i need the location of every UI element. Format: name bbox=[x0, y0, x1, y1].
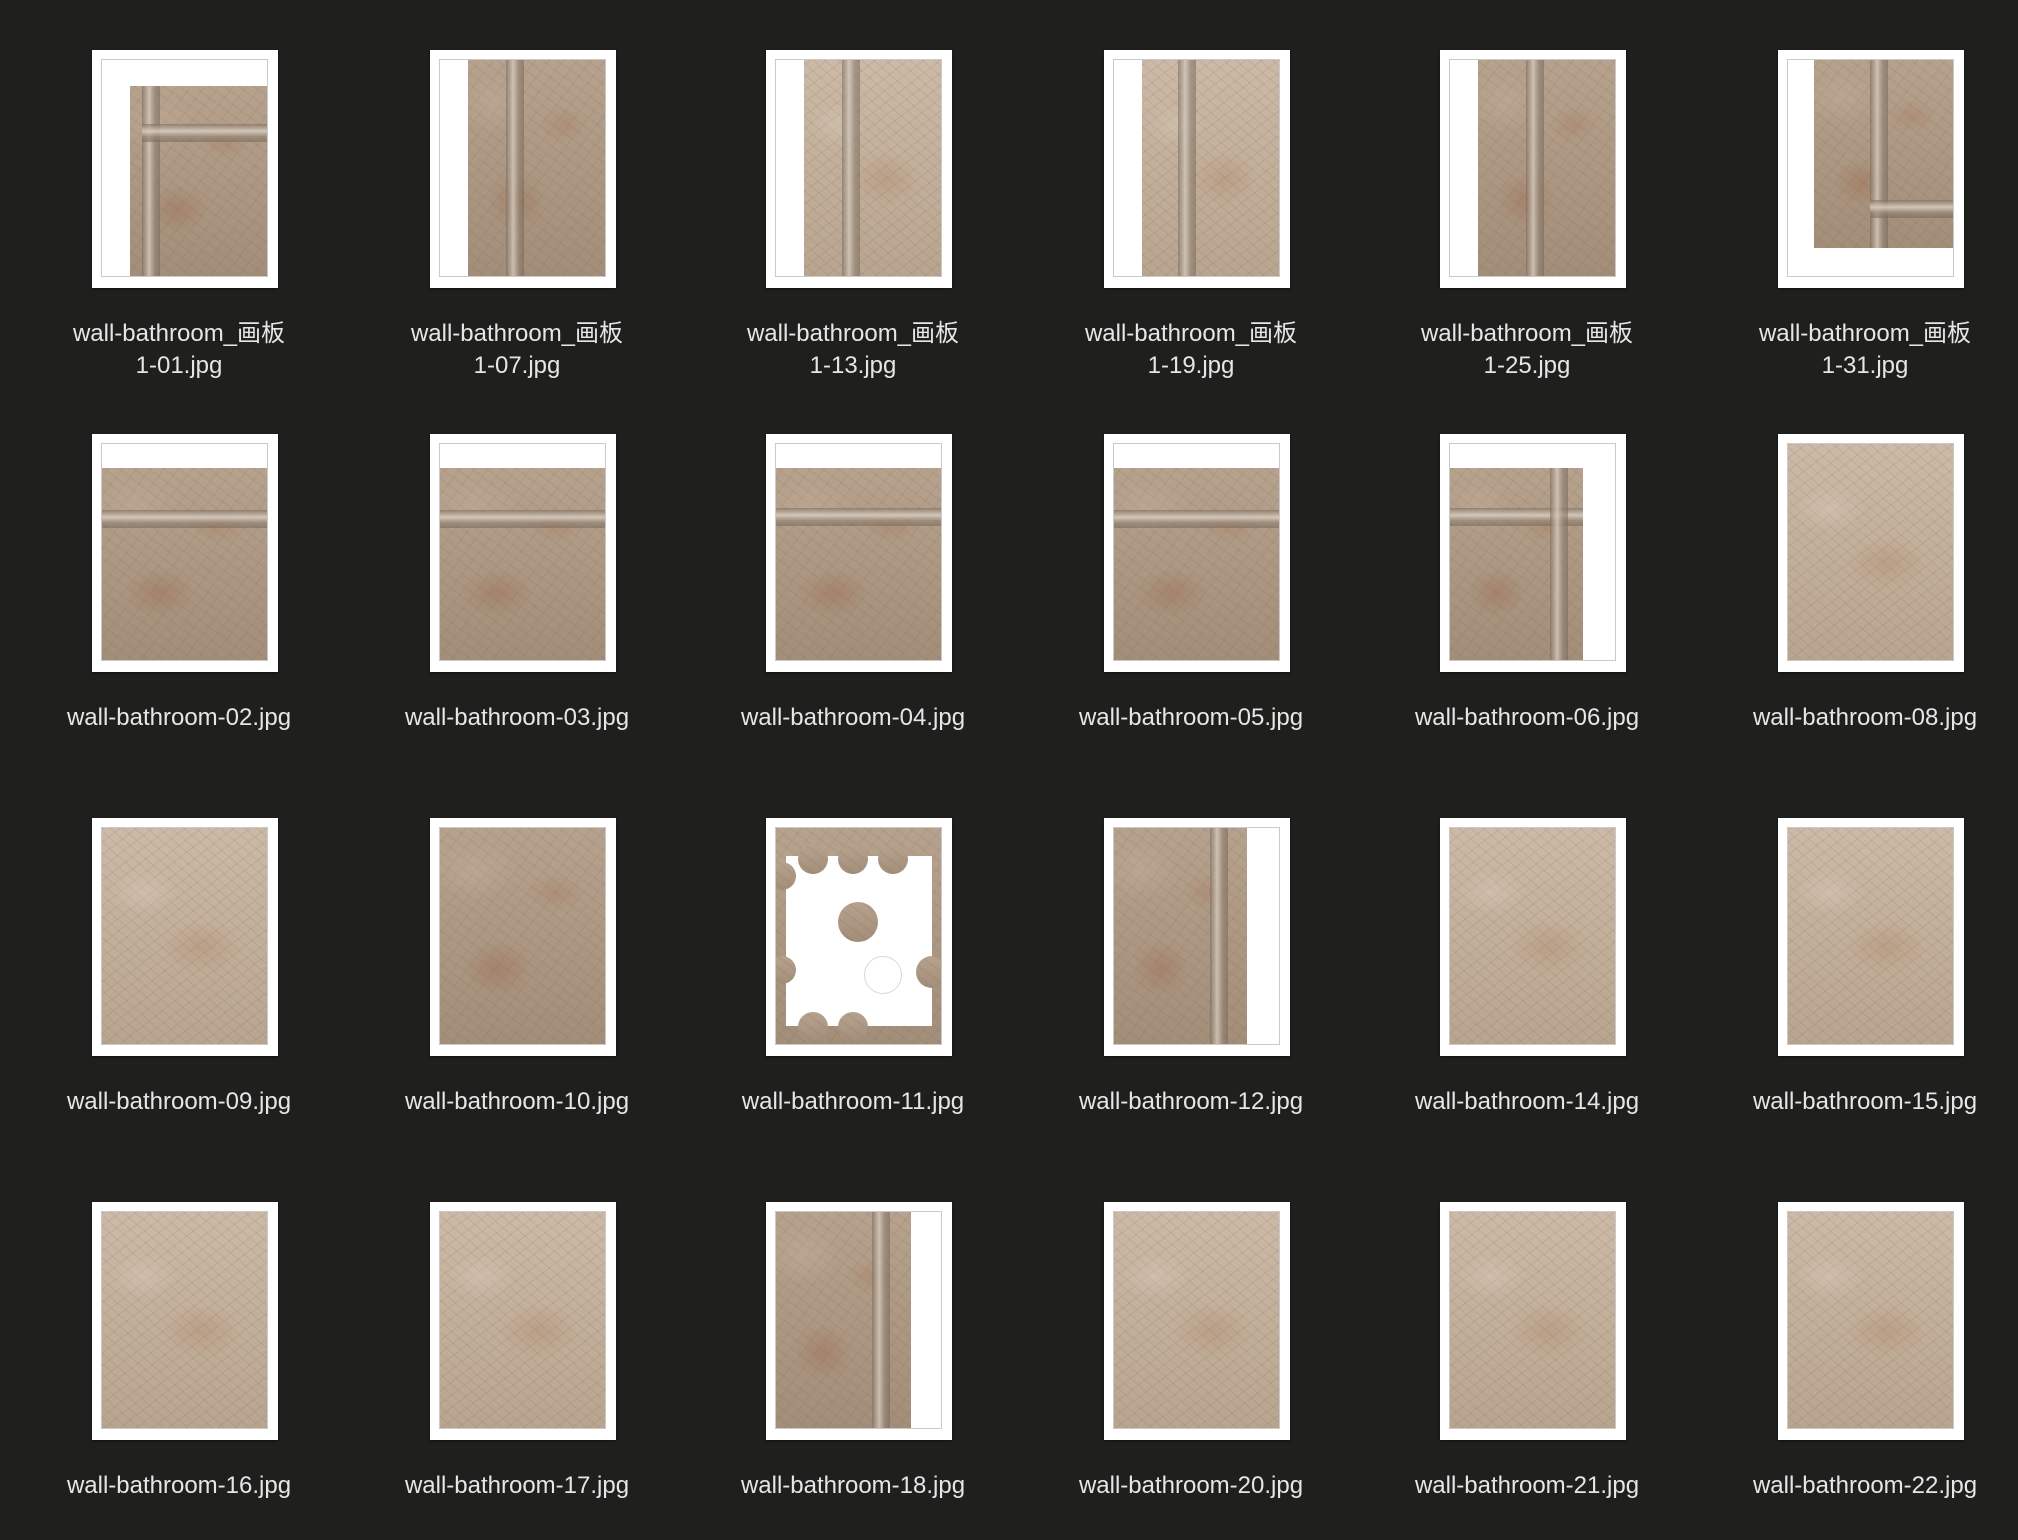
file-item[interactable]: wall-bathroom-15.jpg bbox=[1696, 768, 2018, 1152]
file-thumbnail[interactable] bbox=[1104, 50, 1290, 288]
file-name[interactable]: wall-bathroom-17.jpg bbox=[348, 1470, 686, 1502]
file-thumbnail[interactable] bbox=[1440, 50, 1626, 288]
file-item[interactable]: wall-bathroom-05.jpg bbox=[1022, 384, 1360, 768]
file-name[interactable]: wall-bathroom_画板 1-31.jpg bbox=[1696, 318, 2018, 382]
file-name[interactable]: wall-bathroom-22.jpg bbox=[1696, 1470, 2018, 1502]
file-thumbnail[interactable] bbox=[1104, 1202, 1290, 1440]
file-thumbnail[interactable] bbox=[92, 1202, 278, 1440]
file-name[interactable]: wall-bathroom-06.jpg bbox=[1358, 702, 1696, 734]
file-name[interactable]: wall-bathroom-11.jpg bbox=[684, 1086, 1022, 1118]
file-item[interactable]: wall-bathroom-20.jpg bbox=[1022, 1152, 1360, 1536]
file-thumbnail[interactable] bbox=[766, 818, 952, 1056]
file-item[interactable]: wall-bathroom_画板 1-01.jpg bbox=[10, 0, 348, 384]
file-name[interactable]: wall-bathroom-20.jpg bbox=[1022, 1470, 1360, 1502]
file-thumbnail[interactable] bbox=[1778, 1202, 1964, 1440]
file-item[interactable]: wall-bathroom_画板 1-07.jpg bbox=[348, 0, 686, 384]
file-item[interactable]: wall-bathroom-09.jpg bbox=[10, 768, 348, 1152]
file-item[interactable]: wall-bathroom-08.jpg bbox=[1696, 384, 2018, 768]
file-thumbnail[interactable] bbox=[1778, 434, 1964, 672]
file-grid: wall-bathroom_画板 1-01.jpg wall-bathroom_… bbox=[0, 0, 2018, 1540]
file-thumbnail[interactable] bbox=[92, 434, 278, 672]
file-name[interactable]: wall-bathroom-14.jpg bbox=[1358, 1086, 1696, 1118]
file-thumbnail[interactable] bbox=[766, 1202, 952, 1440]
file-item[interactable]: wall-bathroom-10.jpg bbox=[348, 768, 686, 1152]
file-item[interactable]: wall-bathroom-22.jpg bbox=[1696, 1152, 2018, 1536]
file-name[interactable]: wall-bathroom_画板 1-13.jpg bbox=[684, 318, 1022, 382]
file-thumbnail[interactable] bbox=[1778, 818, 1964, 1056]
file-thumbnail[interactable] bbox=[92, 50, 278, 288]
file-item[interactable]: wall-bathroom-16.jpg bbox=[10, 1152, 348, 1536]
file-name[interactable]: wall-bathroom-10.jpg bbox=[348, 1086, 686, 1118]
file-thumbnail[interactable] bbox=[1440, 1202, 1626, 1440]
file-name[interactable]: wall-bathroom-04.jpg bbox=[684, 702, 1022, 734]
file-name[interactable]: wall-bathroom_画板 1-07.jpg bbox=[348, 318, 686, 382]
file-thumbnail[interactable] bbox=[430, 434, 616, 672]
file-name[interactable]: wall-bathroom_画板 1-01.jpg bbox=[10, 318, 348, 382]
file-item[interactable]: wall-bathroom-14.jpg bbox=[1358, 768, 1696, 1152]
file-name[interactable]: wall-bathroom_画板 1-19.jpg bbox=[1022, 318, 1360, 382]
file-name[interactable]: wall-bathroom-05.jpg bbox=[1022, 702, 1360, 734]
file-name[interactable]: wall-bathroom-21.jpg bbox=[1358, 1470, 1696, 1502]
file-item[interactable]: wall-bathroom_画板 1-13.jpg bbox=[684, 0, 1022, 384]
file-item[interactable]: wall-bathroom-06.jpg bbox=[1358, 384, 1696, 768]
file-name[interactable]: wall-bathroom-15.jpg bbox=[1696, 1086, 2018, 1118]
file-item[interactable]: wall-bathroom_画板 1-19.jpg bbox=[1022, 0, 1360, 384]
file-item[interactable]: wall-bathroom-21.jpg bbox=[1358, 1152, 1696, 1536]
file-thumbnail[interactable] bbox=[1440, 434, 1626, 672]
file-name[interactable]: wall-bathroom_画板 1-25.jpg bbox=[1358, 318, 1696, 382]
file-item[interactable]: wall-bathroom_画板 1-25.jpg bbox=[1358, 0, 1696, 384]
file-item[interactable]: wall-bathroom-04.jpg bbox=[684, 384, 1022, 768]
file-item[interactable]: wall-bathroom-17.jpg bbox=[348, 1152, 686, 1536]
file-name[interactable]: wall-bathroom-16.jpg bbox=[10, 1470, 348, 1502]
file-thumbnail[interactable] bbox=[1104, 818, 1290, 1056]
file-name[interactable]: wall-bathroom-08.jpg bbox=[1696, 702, 2018, 734]
file-thumbnail[interactable] bbox=[1104, 434, 1290, 672]
file-thumbnail[interactable] bbox=[766, 434, 952, 672]
file-item[interactable]: wall-bathroom-11.jpg bbox=[684, 768, 1022, 1152]
file-name[interactable]: wall-bathroom-09.jpg bbox=[10, 1086, 348, 1118]
file-name[interactable]: wall-bathroom-18.jpg bbox=[684, 1470, 1022, 1502]
file-thumbnail[interactable] bbox=[430, 1202, 616, 1440]
file-item[interactable]: wall-bathroom-12.jpg bbox=[1022, 768, 1360, 1152]
file-thumbnail[interactable] bbox=[430, 50, 616, 288]
file-item[interactable]: wall-bathroom-03.jpg bbox=[348, 384, 686, 768]
file-name[interactable]: wall-bathroom-03.jpg bbox=[348, 702, 686, 734]
file-item[interactable]: wall-bathroom-02.jpg bbox=[10, 384, 348, 768]
file-item[interactable]: wall-bathroom-18.jpg bbox=[684, 1152, 1022, 1536]
file-thumbnail[interactable] bbox=[1440, 818, 1626, 1056]
file-thumbnail[interactable] bbox=[1778, 50, 1964, 288]
file-thumbnail[interactable] bbox=[430, 818, 616, 1056]
file-thumbnail[interactable] bbox=[92, 818, 278, 1056]
file-item[interactable]: wall-bathroom_画板 1-31.jpg bbox=[1696, 0, 2018, 384]
file-thumbnail[interactable] bbox=[766, 50, 952, 288]
file-name[interactable]: wall-bathroom-12.jpg bbox=[1022, 1086, 1360, 1118]
file-name[interactable]: wall-bathroom-02.jpg bbox=[10, 702, 348, 734]
